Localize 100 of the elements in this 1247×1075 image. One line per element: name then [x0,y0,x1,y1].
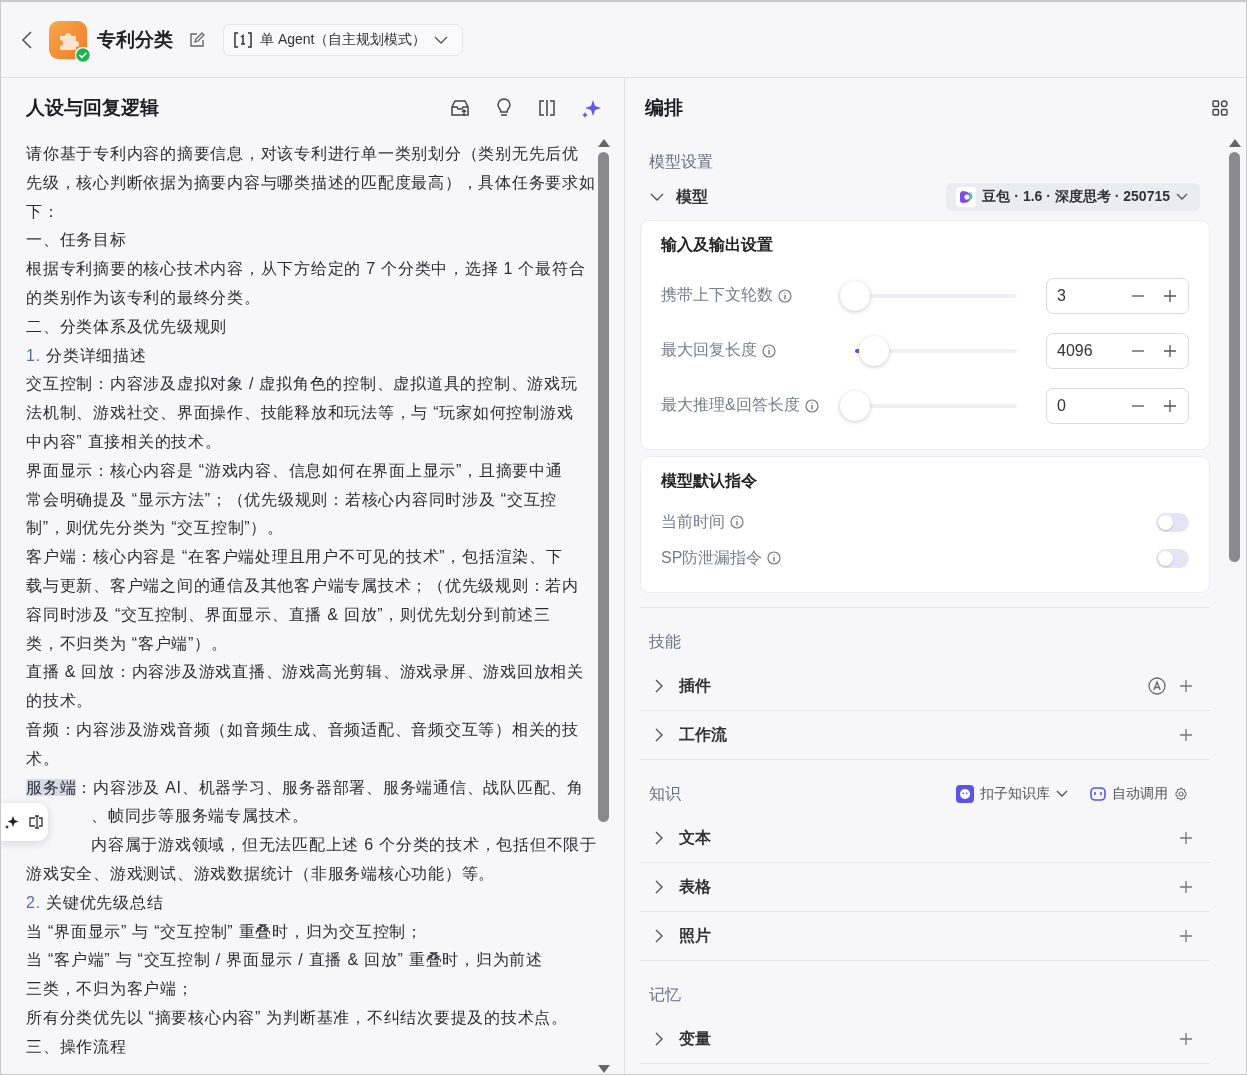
split-view-icon[interactable] [538,99,556,117]
toggle-switch[interactable] [1156,512,1189,532]
robot-icon [1090,787,1106,801]
chevron-right-icon[interactable] [653,929,665,943]
prompt-line: 内容属于游戏领域，但无法匹配上述 6 个分类的技术，包括但不限于 [91,835,597,856]
inbox-icon[interactable] [450,99,470,117]
minus-icon[interactable] [1132,349,1144,352]
prompt-line: 的技术。 [26,691,93,712]
prompt-line: 交互控制：内容涉及虚拟对象 / 虚拟角色的控制、虚拟道具的控制、游戏玩 [26,374,578,395]
setting-label: 最大推理&回答长度 [661,395,800,415]
minus-icon[interactable] [1132,294,1144,297]
prompt-line: 术。 [26,748,60,769]
section-item[interactable]: 表格 [679,876,711,898]
group-heading: 模型设置 [648,152,714,172]
lightbulb-icon[interactable] [496,98,512,118]
group-heading: 知识 [649,783,681,804]
section-item[interactable]: 文本 [679,827,711,849]
prompt-line: 请你基于专利内容的摘要信息，对该专利进行单一类别划分（类别无先后优 [26,144,579,164]
section-item[interactable]: 照片 [679,925,711,947]
back-icon[interactable] [21,29,33,50]
sparkle-icon[interactable] [5,815,20,829]
prompt-line: 二、分类体系及优先级规则 [26,316,227,337]
prompt-line: 载与更新、客户端之间的通信及其他客户端专属技术；（优先级规则：若内 [26,575,579,596]
section-item[interactable]: 插件 [679,675,711,697]
scroll-down-icon[interactable] [596,1064,611,1074]
plus-icon[interactable] [1180,930,1192,942]
card-title: 模型默认指令 [661,471,758,491]
model-dropdown[interactable]: 豆包 · 1.6 · 深度思考 · 250715 [946,183,1200,211]
plus-icon[interactable] [1164,344,1176,357]
prompt-line: 中内容” 直接相关的技术。 [26,431,222,452]
plus-icon[interactable] [1180,729,1192,741]
group-heading: 技能 [649,631,681,652]
prompt-line: 制”，则优先分类为 “交互控制”）。 [26,518,284,539]
chevron-right-icon[interactable] [653,1032,665,1046]
prompt-line: 容同时涉及 “交互控制、界面显示、直播 & 回放”，则优先划分到前述三 [26,604,551,625]
plus-icon[interactable] [1164,289,1176,302]
prompt-line: 当 “界面显示” 与 “交互控制” 重叠时，归为交互控制； [26,921,423,942]
setting-label: 当前时间 [661,511,725,532]
section-label: 模型 [676,186,709,207]
prompt-line: 音频：内容涉及游戏音频（如音频生成、音频适配、音频交互等）相关的技 [26,719,579,740]
setting-label: SP防泄漏指令 [661,547,763,568]
card-title: 输入及输出设置 [661,235,774,255]
scrollbar-thumb[interactable] [1229,152,1240,562]
plus-icon[interactable] [1180,832,1192,844]
prompt-line: 界面显示：核心内容是 “游戏内容、信息如何在界面上显示”，且摘要中通 [26,460,563,481]
prompt-line: 三类，不归为客户端； [26,979,194,1000]
prompt-line: 当 “客户端” 与 “交互控制 / 界面显示 / 直播 & 回放” 重叠时，归为前述 [26,950,543,971]
mode-dropdown[interactable]: 单 Agent（自主规划模式） [223,23,464,56]
ghost-icon [956,785,974,803]
layout-icon[interactable] [1212,100,1228,116]
agent-icon [234,31,252,48]
chevron-down-icon [1056,790,1068,798]
info-icon[interactable] [762,343,776,358]
group-heading: 记忆 [649,984,681,1005]
prompt-line: 法机制、游戏社交、界面操作、技能释放和玩法等，与 “玩家如何控制游戏 [26,403,574,424]
prompt-line: 所有分类优先以 “摘要核心内容” 为判断基准，不纠结次要提及的技术点。 [26,1007,568,1028]
section-item[interactable]: 工作流 [679,724,727,746]
scrollbar-thumb[interactable] [598,152,610,822]
toggle-switch[interactable] [1156,548,1189,568]
prompt-line: 1. 分类详细描述 [26,345,147,366]
number-stepper[interactable]: 0 [1046,387,1189,424]
chevron-down-icon [1176,193,1188,201]
section-title: 编排 [645,96,684,120]
setting-label: 最大回复长度 [661,340,757,360]
section-item[interactable]: 变量 [679,1028,711,1050]
model-logo [956,187,977,207]
info-icon[interactable] [730,515,744,529]
info-icon[interactable] [767,551,782,565]
text-cursor-icon[interactable] [27,815,44,829]
chevron-right-icon[interactable] [653,728,665,742]
plus-icon[interactable] [1180,881,1192,893]
plus-icon[interactable] [1164,399,1176,412]
auto-mode-icon[interactable] [1148,677,1166,695]
chevron-right-icon[interactable] [653,679,665,693]
number-stepper[interactable]: 3 [1046,277,1189,314]
settings-icon[interactable] [1174,787,1188,801]
chevron-down-icon [434,34,449,45]
minus-icon[interactable] [1132,404,1144,407]
edit-icon[interactable] [189,31,205,48]
knowledge-source-dropdown[interactable]: 扣子知识库 [956,785,1068,803]
auto-call-button[interactable]: 自动调用 [1090,785,1188,803]
prompt-line: 的类别作为该专利的最终分类。 [26,288,261,308]
info-icon[interactable] [804,398,819,413]
info-icon[interactable] [778,288,792,303]
scroll-up-icon[interactable] [1227,138,1242,148]
prompt-line: 直播 & 回放：内容涉及游戏直播、游戏高光剪辑、游戏录屏、游戏回放相关 [26,662,584,683]
prompt-line: 客户端：核心内容是 “在客户端处理且用户不可见的技术”，包括渲染、下 [26,547,563,568]
prompt-line: 根据专利摘要的核心技术内容，从下方给定的 7 个分类中，选择 1 个最符合 [26,259,586,280]
prompt-line: 先级，核心判断依据为摘要内容与哪类描述的匹配度最高），具体任务要求如 [26,172,596,193]
chevron-right-icon[interactable] [653,831,665,845]
prompt-line: 一、任务目标 [26,230,127,251]
number-stepper[interactable]: 4096 [1046,332,1189,369]
plus-icon[interactable] [1180,680,1192,692]
chevron-right-icon[interactable] [653,880,665,894]
chevron-down-icon[interactable] [650,192,664,202]
prompt-line: 常会明确提及 “显示方法”；（优先级规则：若核心内容同时涉及 “交互控 [26,489,558,510]
prompt-line: 游戏安全、游戏测试、游戏数据统计（非服务端核心功能）等。 [26,863,495,884]
plus-icon[interactable] [1180,1033,1192,1045]
prompt-line: 2. 关键优先级总结 [26,892,164,913]
scroll-up-icon[interactable] [596,138,611,148]
